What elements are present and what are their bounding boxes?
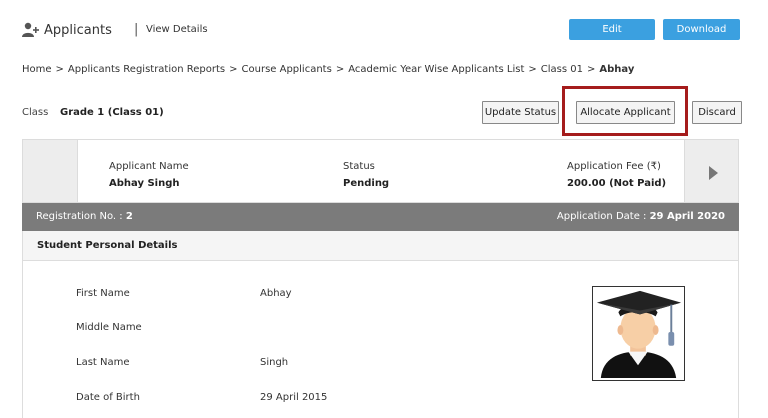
class-value: Grade 1 (Class 01) [60,107,164,118]
allocate-applicant-button[interactable]: Allocate Applicant [576,101,675,124]
last-name-label: Last Name [76,357,130,368]
page-title: Applicants [44,23,112,38]
last-name-value: Singh [260,357,289,368]
add-user-icon [22,22,39,37]
breadcrumb-separator: > [528,64,537,75]
title-separator: | [134,22,139,37]
registration-number-label: Registration No. : [36,211,123,222]
middle-name-label: Middle Name [76,322,142,333]
download-pdf-button[interactable]: Download PDF [663,19,740,56]
class-label: Class [22,107,49,118]
application-date: Application Date : 29 April 2020 [557,211,725,222]
application-date-value: 29 April 2020 [649,211,725,222]
breadcrumb-separator: > [335,64,345,75]
status-value: Pending [343,178,390,189]
first-name-label: First Name [76,288,130,299]
applicant-name-label: Applicant Name [109,161,189,172]
registration-number-value: 2 [125,211,133,222]
student-photo [592,286,685,381]
class-row: Class Grade 1 (Class 01) Update Status A… [22,86,744,136]
breadcrumb-registration-reports[interactable]: Applicants Registration Reports [68,64,225,75]
breadcrumb-separator: > [55,64,64,75]
breadcrumb-home[interactable]: Home [22,64,52,75]
registration-bar: Registration No. : 2 Application Date : … [22,203,739,231]
breadcrumb: Home > Applicants Registration Reports > Cou… [22,64,634,75]
discard-button[interactable]: Discard [692,101,742,124]
breadcrumb-class[interactable]: Class 01 [541,64,583,75]
status-label: Status [343,161,375,172]
breadcrumb-course-applicants[interactable]: Course Applicants [242,64,332,75]
personal-details-panel: First Name Abhay Middle Name Last Name S… [22,261,739,418]
application-fee-label: Application Fee (₹) [567,161,661,172]
application-date-label: Application Date : [556,211,647,222]
date-of-birth-value: 29 April 2015 [260,392,328,403]
edit-application-button[interactable]: Edit Application [569,19,655,56]
breadcrumb-year-wise-list[interactable]: Academic Year Wise Applicants List [348,64,524,75]
personal-details-title: Student Personal Details [37,240,178,251]
application-fee-value: 200.00 (Not Paid) [567,178,667,189]
breadcrumb-current: Abhay [599,64,635,75]
graduate-avatar-icon [596,290,682,379]
applicant-summary: Applicant Name Abhay Singh Status Pendin… [22,139,739,203]
page-header: Applicants | View Details Edit Applicati… [22,18,752,56]
applicant-name-value: Abhay Singh [109,178,180,189]
personal-details-header: Student Personal Details [22,231,739,261]
breadcrumb-separator: > [586,64,596,75]
registration-number: Registration No. : 2 [36,211,133,222]
summary-panel: Applicant Name Abhay Singh Status Pendin… [77,140,685,202]
date-of-birth-label: Date of Birth [76,392,140,403]
update-status-button[interactable]: Update Status [482,101,559,124]
triangle-right-icon[interactable] [709,166,718,180]
breadcrumb-separator: > [229,64,238,75]
page-subtitle: View Details [146,24,208,35]
first-name-value: Abhay [260,288,292,299]
